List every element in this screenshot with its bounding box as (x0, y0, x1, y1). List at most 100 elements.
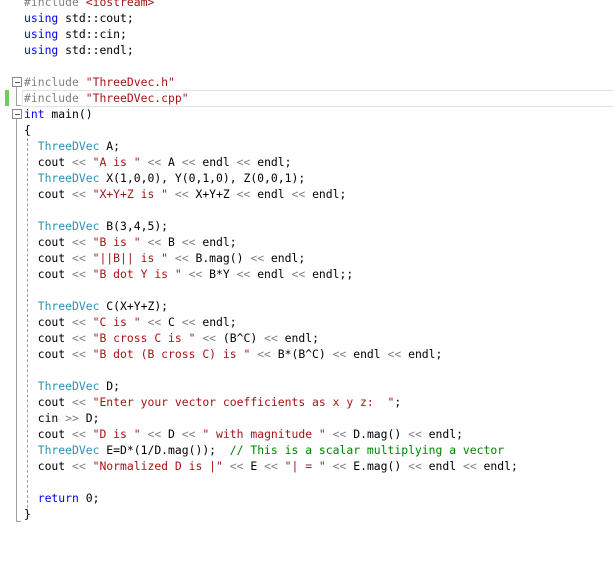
code-line[interactable]: ThreeDVec B(3,4,5); (24, 218, 168, 234)
type-name: ThreeDVec (37, 443, 100, 457)
fold-collapse-icon[interactable] (12, 109, 22, 119)
code-line[interactable]: #include <iostream> (24, 0, 154, 10)
code-line[interactable]: cout << "B cross C is " << (B^C) << endl… (24, 330, 319, 346)
code-editor[interactable]: #include <iostream> using std::cout; using… (0, 0, 613, 572)
operator: << (72, 427, 86, 441)
code-line[interactable]: cout << "C is " << C << endl; (24, 314, 237, 330)
fold-region-end (16, 105, 21, 106)
string-literal: "B is " (92, 235, 141, 249)
keyword: using (24, 11, 59, 25)
operator: << (257, 347, 271, 361)
operator: << (181, 427, 196, 441)
code-line[interactable]: ThreeDVec D; (24, 378, 120, 394)
code-line[interactable]: int main() (24, 106, 93, 122)
type-name: ThreeDVec (37, 219, 100, 233)
comment: // This is a scalar multiplying a vector (229, 443, 505, 457)
operator: << (236, 267, 251, 281)
string-literal: "Enter your vector coefficients as x y z… (92, 395, 395, 409)
code-line[interactable]: cout << "||B|| is " << B.mag() << endl; (24, 250, 306, 266)
operator: << (72, 267, 86, 281)
operator: << (332, 347, 347, 361)
preprocessor-directive: #include (24, 0, 79, 9)
string-literal: "||B|| is " (92, 251, 169, 265)
string-literal: <iostream> (85, 0, 155, 9)
string-literal: "Normalized D is |" (92, 459, 223, 473)
keyword: return (37, 491, 79, 505)
operator: << (408, 427, 422, 441)
keyword: int (24, 107, 45, 121)
operator: << (72, 395, 86, 409)
type-name: ThreeDVec (37, 379, 100, 393)
code-line[interactable]: cout << "D is " << D << " with magnitude… (24, 426, 463, 442)
code-line[interactable]: return 0; (24, 490, 100, 506)
code-line[interactable]: #include "ThreeDvec.h" (24, 74, 175, 90)
operator: << (188, 267, 203, 281)
code-line[interactable]: cout << "B is " << B << endl; (24, 234, 237, 250)
string-literal: " with magnitude " (202, 427, 326, 441)
string-literal: "| = " (284, 459, 326, 473)
fold-collapse-icon[interactable] (12, 77, 22, 87)
operator: >> (65, 411, 79, 425)
code-line[interactable]: cout << "X+Y+Z is " << X+Y+Z << endl << … (24, 186, 347, 202)
operator: << (147, 315, 162, 329)
fold-region-line (16, 119, 17, 522)
code-line[interactable]: cout << "Normalized D is |" << E << "| =… (24, 458, 518, 474)
string-literal: "ThreeDVec.cpp" (85, 91, 189, 105)
string-literal: "B cross C is " (92, 331, 196, 345)
operator: << (181, 235, 196, 249)
code-line[interactable]: cout << "B dot (B cross C) is " << B*(B^… (24, 346, 443, 362)
operator: << (72, 331, 86, 345)
operator: << (408, 459, 422, 473)
operator: << (229, 459, 244, 473)
operator: << (264, 459, 278, 473)
code-line[interactable]: ThreeDVec E=D*(1/D.mag()); // This is a … (24, 442, 504, 458)
string-literal: "ThreeDvec.h" (85, 75, 175, 89)
string-literal: "C is " (92, 315, 141, 329)
string-literal: "D is " (92, 427, 141, 441)
operator: << (72, 235, 86, 249)
code-line[interactable]: cout << "A is " << A << endl << endl; (24, 154, 292, 170)
operator: << (72, 315, 86, 329)
type-name: ThreeDVec (37, 139, 100, 153)
operator: << (332, 459, 347, 473)
operator: << (202, 331, 217, 345)
string-literal: "A is " (92, 155, 141, 169)
code-line[interactable]: cin >> D; (24, 410, 100, 426)
operator: << (250, 251, 265, 265)
operator: << (236, 187, 251, 201)
operator: << (72, 187, 86, 201)
fold-region-line (16, 87, 17, 105)
type-name: ThreeDVec (37, 299, 100, 313)
preprocessor-directive: #include (24, 75, 79, 89)
code-line[interactable]: } (24, 506, 31, 522)
change-indicator-bar (5, 90, 9, 106)
operator: << (174, 187, 189, 201)
code-line[interactable]: ThreeDVec A; (24, 138, 120, 154)
operator: << (147, 235, 162, 249)
code-line[interactable]: #include "ThreeDVec.cpp" (24, 90, 189, 106)
code-line[interactable]: using std::cin; (24, 26, 127, 42)
code-line[interactable]: { (24, 122, 31, 138)
operator: << (462, 459, 477, 473)
operator: << (147, 427, 162, 441)
operator: << (181, 155, 196, 169)
code-line[interactable]: ThreeDVec X(1,0,0), Y(0,1,0), Z(0,0,1); (24, 170, 305, 186)
operator: << (236, 155, 251, 169)
keyword: using (24, 27, 59, 41)
code-line[interactable]: ThreeDVec C(X+Y+Z); (24, 298, 168, 314)
type-name: ThreeDVec (37, 171, 100, 185)
operator: << (291, 187, 306, 201)
operator: << (72, 251, 86, 265)
fold-region-end (16, 521, 21, 522)
operator: << (387, 347, 402, 361)
code-line[interactable]: using std::endl; (24, 42, 134, 58)
operator: << (174, 251, 189, 265)
operator: << (332, 427, 347, 441)
code-line[interactable]: cout << "Enter your vector coefficients … (24, 394, 402, 410)
operator: << (291, 267, 306, 281)
string-literal: "X+Y+Z is " (92, 187, 169, 201)
code-line[interactable]: using std::cout; (24, 10, 134, 26)
code-line[interactable]: cout << "B dot Y is " << B*Y << endl << … (24, 266, 354, 282)
operator: << (181, 315, 196, 329)
operator: << (264, 331, 278, 345)
